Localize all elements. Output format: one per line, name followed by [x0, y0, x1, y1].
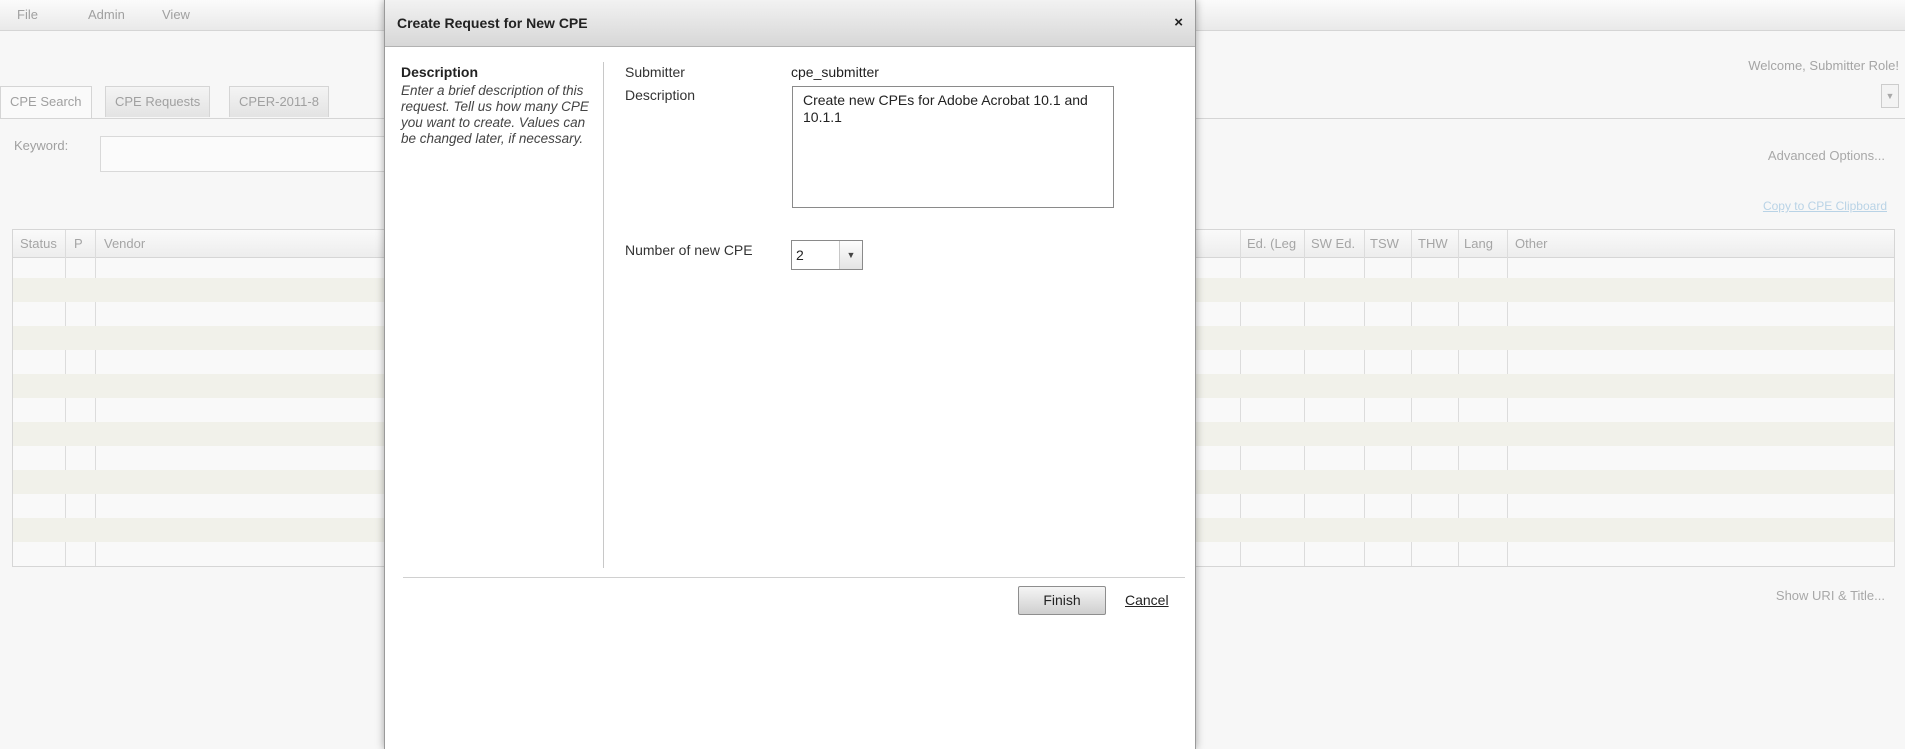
submitter-value: cpe_submitter [791, 64, 879, 80]
section-heading: Description [401, 64, 479, 80]
number-of-cpe-value: 2 [796, 247, 804, 263]
number-of-cpe-select[interactable]: 2 ▼ [791, 240, 863, 270]
col-lang[interactable]: Lang [1464, 236, 1493, 251]
col-p[interactable]: P [74, 236, 83, 251]
col-sw-edition[interactable]: SW Ed. [1311, 236, 1355, 251]
welcome-text: Welcome, Submitter Role! [1748, 58, 1899, 73]
col-tsw[interactable]: TSW [1370, 236, 1399, 251]
finish-button[interactable]: Finish [1018, 586, 1106, 615]
tab-cpe-search[interactable]: CPE Search [0, 86, 92, 118]
col-vendor[interactable]: Vendor [104, 236, 145, 251]
col-edition-legacy[interactable]: Ed. (Leg [1247, 236, 1296, 251]
number-of-cpe-label: Number of new CPE [625, 242, 753, 258]
dialog-title: Create Request for New CPE [397, 15, 588, 31]
submitter-label: Submitter [625, 64, 685, 80]
col-status[interactable]: Status [20, 236, 57, 251]
footer-divider [403, 577, 1185, 578]
tab-cpe-requests[interactable]: CPE Requests [105, 86, 211, 117]
show-uri-title-link[interactable]: Show URI & Title... [1776, 588, 1885, 603]
menu-view[interactable]: View [162, 7, 190, 22]
copy-to-clipboard-link[interactable]: Copy to CPE Clipboard [1763, 199, 1887, 213]
advanced-options-link[interactable]: Advanced Options... [1768, 148, 1885, 163]
help-text: Enter a brief description of this reques… [401, 83, 589, 146]
create-request-dialog: Create Request for New CPE × Description… [384, 0, 1196, 749]
cancel-link[interactable]: Cancel [1125, 592, 1169, 608]
description-textarea[interactable]: Create new CPEs for Adobe Acrobat 10.1 a… [792, 86, 1114, 208]
tab-dropdown-icon[interactable]: ▼ [1881, 84, 1899, 108]
menu-file[interactable]: File [17, 7, 38, 22]
keyword-label: Keyword: [14, 138, 69, 153]
close-icon[interactable]: × [1174, 14, 1183, 31]
menu-admin[interactable]: Admin [88, 7, 125, 22]
tab-cper-2011-8[interactable]: CPER-2011-8 [229, 86, 329, 117]
vertical-divider [603, 62, 604, 568]
description-label: Description [625, 87, 696, 103]
dialog-title-bar: Create Request for New CPE × [385, 0, 1195, 47]
col-other[interactable]: Other [1515, 236, 1548, 251]
chevron-down-icon[interactable]: ▼ [839, 241, 862, 269]
col-thw[interactable]: THW [1418, 236, 1448, 251]
